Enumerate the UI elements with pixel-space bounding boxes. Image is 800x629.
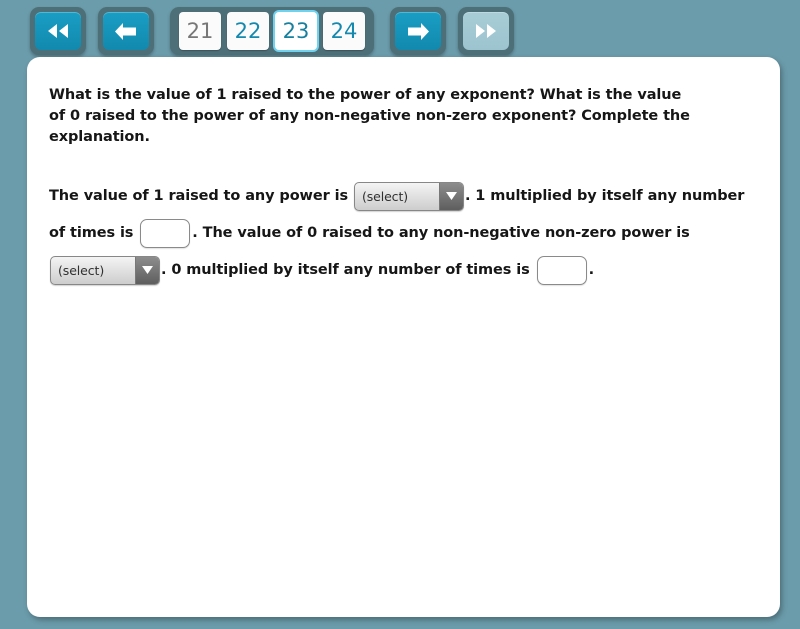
answer-text-part-2: . 1 multiplied by itself any number — [464, 188, 745, 205]
last-button-group — [458, 7, 514, 55]
answer-text-part-1: The value of 1 raised to any power is — [49, 188, 348, 205]
content-panel: What is the value of 1 raised to the pow… — [27, 57, 780, 617]
first-page-button[interactable] — [35, 12, 81, 50]
double-right-arrow-icon — [473, 22, 499, 40]
select-dropdown-1[interactable]: (select) — [353, 181, 464, 211]
chevron-down-icon — [438, 182, 463, 210]
navigation-toolbar: 21 22 23 24 — [0, 0, 800, 62]
answer-text-part-3: of times is — [49, 225, 134, 242]
answer-text-part-4: . The value of 0 raised to any non-negat… — [192, 225, 690, 242]
last-page-button[interactable] — [463, 12, 509, 50]
page-number-group: 21 22 23 24 — [170, 7, 374, 55]
chevron-down-icon — [135, 256, 159, 284]
answer-input-1[interactable] — [140, 218, 191, 248]
next-page-button[interactable] — [395, 12, 441, 50]
answer-explanation: The value of 1 raised to any power is (s… — [49, 178, 749, 289]
next-button-group — [390, 7, 446, 55]
question-text: What is the value of 1 raised to the pow… — [49, 87, 690, 146]
double-left-arrow-icon — [45, 22, 71, 40]
answer-input-2[interactable] — [536, 255, 587, 285]
right-arrow-icon — [406, 22, 430, 41]
select-dropdown-2[interactable]: (select) — [50, 255, 160, 285]
select-dropdown-2-value: (select) — [58, 262, 105, 278]
select-dropdown-1-value: (select) — [361, 188, 409, 204]
page-button-23[interactable]: 23 — [275, 12, 317, 50]
answer-text-part-6: . — [588, 262, 595, 279]
page-button-24[interactable]: 24 — [323, 12, 365, 50]
page-button-21[interactable]: 21 — [179, 12, 221, 50]
first-button-group — [30, 7, 86, 55]
previous-button-group — [98, 7, 154, 55]
page-button-22[interactable]: 22 — [227, 12, 269, 50]
previous-page-button[interactable] — [103, 12, 149, 50]
left-arrow-icon — [114, 22, 138, 41]
answer-text-part-5: . 0 multiplied by itself any number of t… — [161, 262, 530, 279]
